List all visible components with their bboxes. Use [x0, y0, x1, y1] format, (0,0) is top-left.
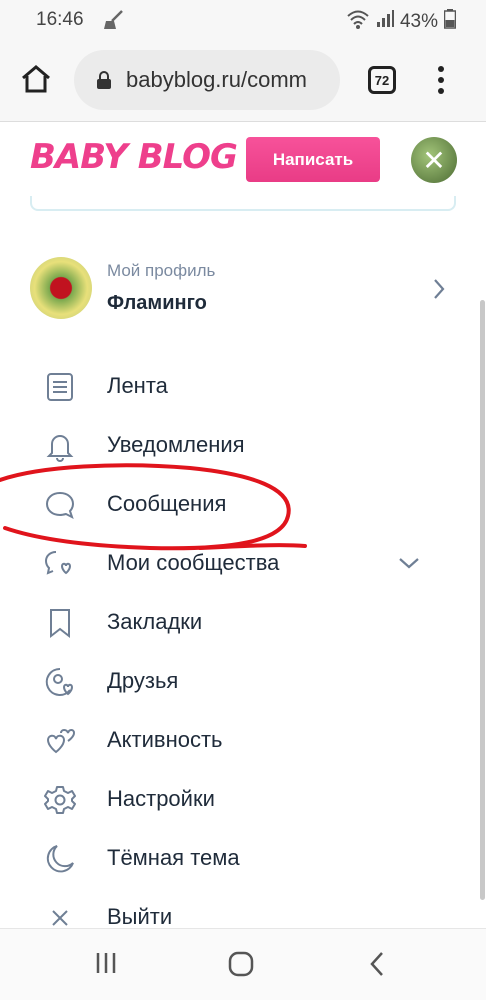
write-post-button[interactable]: Написать	[246, 137, 380, 182]
profile-caption: Мой профиль	[107, 261, 216, 280]
signal-icon	[376, 10, 394, 34]
search-panel-edge	[30, 196, 456, 211]
menu-item-label: Настройки	[107, 786, 215, 811]
wifi-icon	[346, 9, 370, 35]
home-button-icon[interactable]	[226, 949, 266, 981]
menu-item-bookmarks[interactable]: Закладки	[0, 593, 486, 652]
menu-item-dark-theme[interactable]: Тёмная тема	[0, 829, 486, 888]
profile-name: Фламинго	[107, 292, 207, 314]
address-bar[interactable]: babyblog.ru/comm	[74, 50, 340, 110]
menu-item-label: Мои сообщества	[107, 550, 280, 575]
browser-toolbar: babyblog.ru/comm 72	[0, 40, 486, 122]
menu-item-label: Лента	[107, 373, 168, 398]
home-icon[interactable]	[20, 64, 52, 99]
scrollbar[interactable]	[480, 300, 485, 900]
menu-item-activity[interactable]: Активность	[0, 711, 486, 770]
site-header: BABY BLOG Написать ✕	[0, 123, 486, 203]
menu-item-label: Уведомления	[107, 432, 245, 457]
menu-item-feed[interactable]: Лента	[0, 357, 486, 416]
bookmark-icon	[44, 607, 76, 639]
chevron-down-icon[interactable]	[396, 554, 422, 572]
battery-percent: 43%	[399, 11, 438, 32]
menu-item-label: Активность	[107, 727, 223, 752]
feed-icon	[44, 371, 76, 403]
close-icon: ✕	[422, 144, 446, 176]
menu-item-label: Сообщения	[107, 491, 227, 516]
menu-item-label: Тёмная тема	[107, 845, 240, 870]
menu-item-label: Закладки	[107, 609, 203, 634]
more-options-icon[interactable]	[436, 64, 446, 101]
back-icon[interactable]	[366, 949, 406, 981]
recent-apps-icon[interactable]	[92, 949, 132, 981]
header-avatar-close-button[interactable]: ✕	[411, 137, 457, 183]
status-indicators: 43%	[346, 9, 457, 35]
communities-icon	[44, 548, 76, 580]
menu-item-label: Друзья	[107, 668, 179, 693]
site-logo[interactable]: BABY BLOG	[30, 137, 238, 177]
menu-item-settings[interactable]: Настройки	[0, 770, 486, 829]
chat-bubble-icon	[44, 489, 76, 521]
menu-item-label: Выйти	[107, 904, 173, 929]
profile-link[interactable]: Мой профиль Фламинго	[30, 257, 456, 321]
menu-item-communities[interactable]: Мои сообщества	[0, 534, 486, 593]
status-time: 16:46	[36, 9, 84, 30]
lock-icon	[96, 70, 112, 95]
bell-icon	[44, 430, 76, 462]
hearts-icon	[44, 725, 76, 757]
url-text: babyblog.ru/comm	[126, 67, 307, 92]
battery-icon	[443, 9, 457, 35]
avatar	[30, 257, 92, 319]
menu-item-friends[interactable]: Друзья	[0, 652, 486, 711]
system-nav-bar	[0, 928, 486, 1000]
tab-switcher-button[interactable]: 72	[368, 66, 396, 94]
moon-icon	[44, 843, 76, 875]
broom-icon	[102, 9, 126, 36]
gear-icon	[44, 784, 76, 816]
menu-item-notifications[interactable]: Уведомления	[0, 416, 486, 475]
status-bar: 16:46 43%	[0, 0, 486, 40]
chevron-right-icon	[428, 275, 450, 303]
menu-item-messages[interactable]: Сообщения	[0, 475, 486, 534]
friends-icon	[44, 666, 76, 698]
